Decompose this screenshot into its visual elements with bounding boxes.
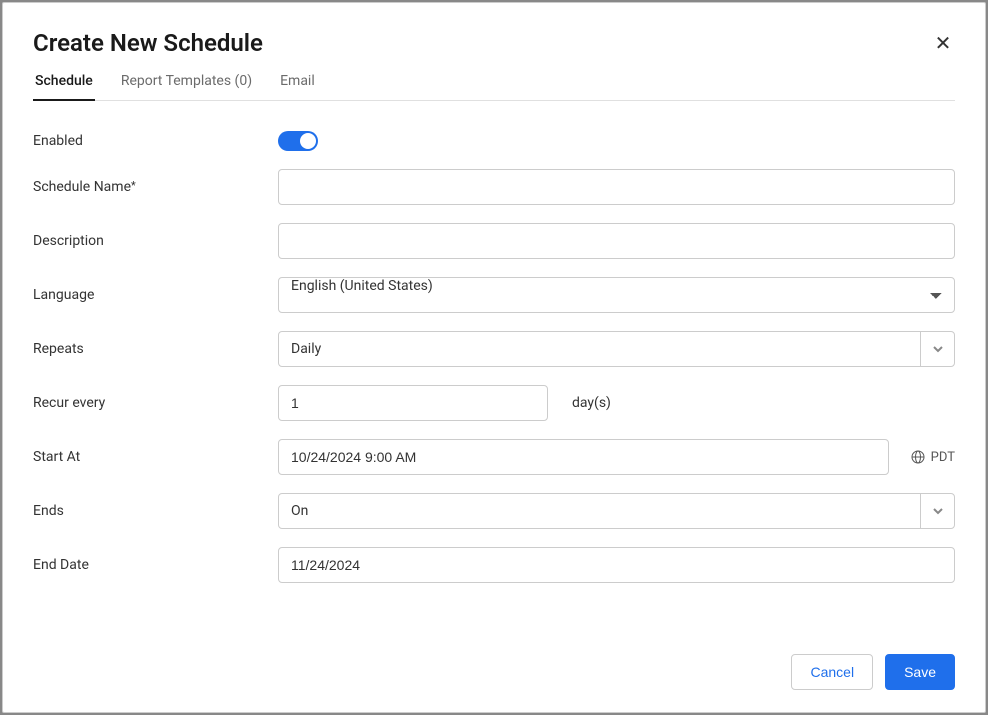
- description-input[interactable]: [278, 223, 955, 259]
- row-end-date: End Date: [33, 547, 955, 583]
- toggle-knob: [300, 133, 316, 149]
- timezone-text: PDT: [931, 450, 955, 465]
- modal-body: Enabled Schedule Name* Description Langu…: [3, 101, 985, 638]
- tab-schedule[interactable]: Schedule: [33, 73, 95, 101]
- tabs: Schedule Report Templates (0) Email: [33, 73, 955, 101]
- tab-report-templates[interactable]: Report Templates (0): [119, 73, 254, 101]
- required-indicator: *: [131, 179, 136, 192]
- ends-value: On: [291, 503, 308, 519]
- repeats-value: Daily: [291, 341, 321, 357]
- end-date-input[interactable]: [278, 547, 955, 583]
- start-at-input[interactable]: [278, 439, 889, 475]
- tab-email[interactable]: Email: [278, 73, 317, 101]
- recur-every-input[interactable]: [278, 385, 548, 421]
- row-schedule-name: Schedule Name*: [33, 169, 955, 205]
- save-button[interactable]: Save: [885, 654, 955, 690]
- timezone-indicator: PDT: [911, 450, 955, 465]
- label-schedule-name: Schedule Name*: [33, 179, 278, 195]
- control-language: English (United States): [278, 277, 955, 313]
- schedule-name-input[interactable]: [278, 169, 955, 205]
- label-enabled: Enabled: [33, 133, 278, 149]
- control-end-date: [278, 547, 955, 583]
- label-end-date: End Date: [33, 557, 278, 573]
- language-value: English (United States): [291, 278, 433, 294]
- modal-title: Create New Schedule: [33, 29, 955, 57]
- row-description: Description: [33, 223, 955, 259]
- close-icon: ✕: [935, 31, 952, 56]
- control-schedule-name: [278, 169, 955, 205]
- label-schedule-name-text: Schedule Name: [33, 179, 131, 195]
- close-button[interactable]: ✕: [931, 31, 955, 55]
- row-language: Language English (United States): [33, 277, 955, 313]
- label-start-at: Start At: [33, 449, 278, 465]
- repeats-select[interactable]: Daily: [278, 331, 955, 367]
- control-recur-every: day(s): [278, 385, 955, 421]
- label-ends: Ends: [33, 503, 278, 519]
- create-schedule-modal: Create New Schedule ✕ Schedule Report Te…: [2, 2, 986, 713]
- row-enabled: Enabled: [33, 131, 955, 151]
- cancel-button[interactable]: Cancel: [791, 654, 873, 690]
- row-recur-every: Recur every day(s): [33, 385, 955, 421]
- chevron-down-icon: [920, 494, 954, 528]
- control-ends: On: [278, 493, 955, 529]
- row-ends: Ends On: [33, 493, 955, 529]
- row-start-at: Start At PDT: [33, 439, 955, 475]
- enabled-toggle[interactable]: [278, 131, 318, 151]
- language-select[interactable]: English (United States): [278, 277, 955, 313]
- label-language: Language: [33, 287, 278, 303]
- globe-icon: [911, 450, 925, 464]
- recur-every-suffix: day(s): [572, 395, 611, 411]
- spacer: [33, 601, 955, 638]
- modal-footer: Cancel Save: [3, 638, 985, 712]
- control-repeats: Daily: [278, 331, 955, 367]
- control-start-at: PDT: [278, 439, 955, 475]
- chevron-down-icon: [920, 332, 954, 366]
- label-description: Description: [33, 233, 278, 249]
- control-description: [278, 223, 955, 259]
- ends-select[interactable]: On: [278, 493, 955, 529]
- modal-header: Create New Schedule ✕ Schedule Report Te…: [3, 3, 985, 101]
- control-enabled: [278, 131, 955, 151]
- row-repeats: Repeats Daily: [33, 331, 955, 367]
- label-recur-every: Recur every: [33, 395, 278, 411]
- label-repeats: Repeats: [33, 341, 278, 357]
